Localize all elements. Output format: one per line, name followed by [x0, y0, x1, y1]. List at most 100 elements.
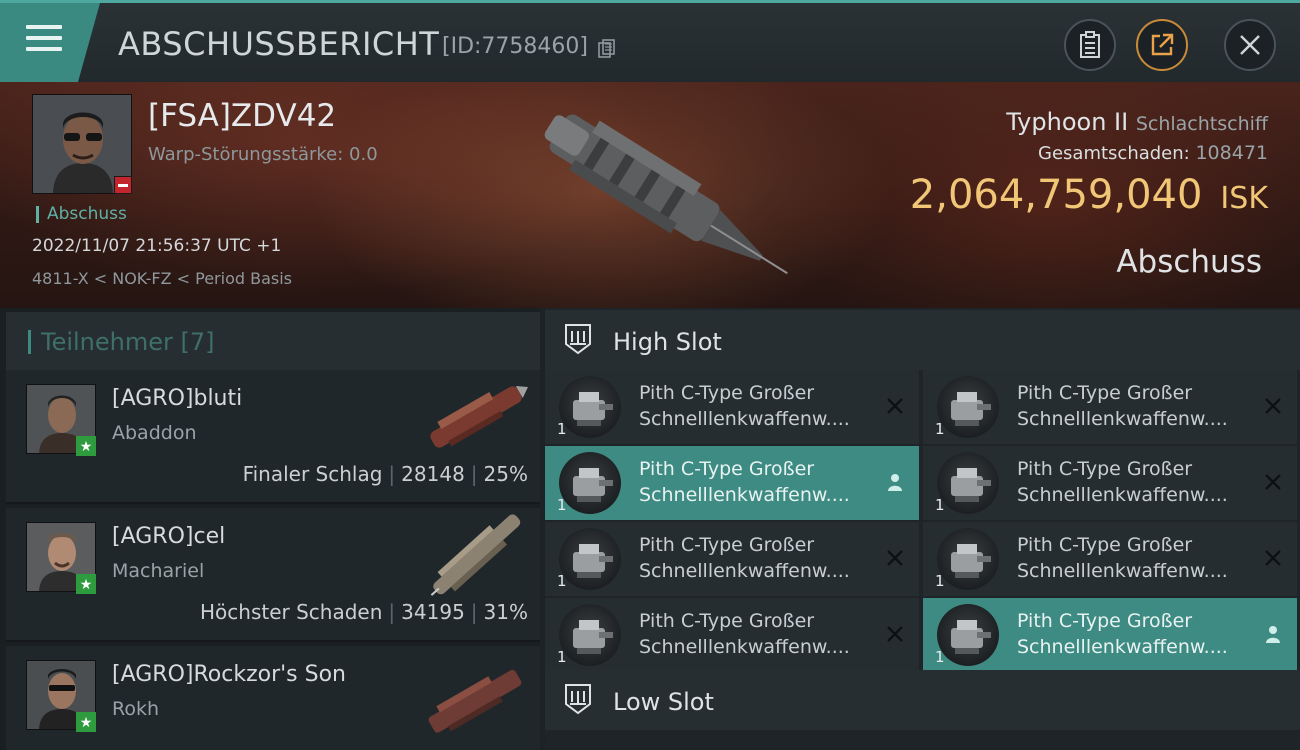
module-quantity: 1 [935, 648, 945, 666]
high-slot-header: High Slot [545, 310, 1300, 370]
result-label: Abschuss [1116, 244, 1262, 280]
module-quantity: 1 [935, 420, 945, 438]
victim-ship-class: Schlachtschiff [1135, 113, 1268, 135]
turret-module-icon [937, 376, 999, 438]
low-slot-icon [565, 684, 591, 715]
corp-member-star-icon: ★ [76, 436, 96, 456]
module-quantity: 1 [557, 648, 567, 666]
module-name: Pith C-Type Großer Schnelllenkwaffenw.... [1017, 380, 1257, 432]
share-icon [1151, 33, 1174, 56]
destroyed-x-icon [1265, 398, 1281, 414]
victim-ship-image[interactable] [510, 96, 790, 286]
victim-name[interactable]: [FSA]ZDV42 [148, 98, 336, 134]
top-bar: ABSCHUSSBERICHT [ID:7758460] [0, 0, 1300, 82]
report-id: [ID:7758460] [442, 34, 588, 59]
clipboard-button[interactable] [1064, 19, 1116, 71]
victim-ship-name: Typhoon II [1006, 108, 1129, 136]
participant-ship-image[interactable] [416, 648, 536, 738]
module-name: Pith C-Type Großer Schnelllenkwaffenw.... [639, 456, 879, 508]
module-name-line2: Schnelllenkwaffenw.... [1017, 484, 1228, 506]
isk-value: 2,064,759,040 ISK [910, 172, 1268, 218]
module-item[interactable]: 1 Pith C-Type Großer Schnelllenkwaffenw...… [545, 598, 919, 672]
module-item[interactable]: 1 Pith C-Type Großer Schnelllenkwaffenw...… [923, 598, 1297, 672]
module-item[interactable]: 1 Pith C-Type Großer Schnelllenkwaffenw...… [545, 370, 919, 444]
module-item[interactable]: 1 Pith C-Type Großer Schnelllenkwaffenw...… [923, 446, 1297, 520]
participant-percent: 31% [483, 600, 528, 624]
module-name-line1: Pith C-Type Großer [1017, 534, 1193, 556]
module-name: Pith C-Type Großer Schnelllenkwaffenw.... [1017, 532, 1257, 584]
kill-datetime: 2022/11/07 21:56:37 UTC +1 [32, 236, 282, 256]
module-name-line2: Schnelllenkwaffenw.... [639, 560, 850, 582]
participant-stats: Finaler Schlag | 28148 | 25% [242, 462, 528, 486]
module-name-line2: Schnelllenkwaffenw.... [639, 636, 850, 658]
participant-name[interactable]: [AGRO]cel [112, 524, 225, 549]
participant-name[interactable]: [AGRO]Rockzor's Son [112, 662, 346, 687]
kill-type-label: Abschuss [36, 206, 127, 223]
participant-ship-image[interactable] [416, 510, 536, 600]
module-item[interactable]: 1 Pith C-Type Großer Schnelllenkwaffenw...… [923, 370, 1297, 444]
participant-name[interactable]: [AGRO]bluti [112, 386, 242, 411]
participant-damage: 34195 [401, 600, 465, 624]
destroyed-x-icon [1265, 474, 1281, 490]
turret-module-icon [559, 528, 621, 590]
module-name-line1: Pith C-Type Großer [639, 382, 815, 404]
module-name-line2: Schnelllenkwaffenw.... [1017, 408, 1228, 430]
module-item[interactable]: 1 Pith C-Type Großer Schnelllenkwaffenw...… [545, 522, 919, 596]
module-quantity: 1 [935, 572, 945, 590]
module-quantity: 1 [557, 420, 567, 438]
participant-damage: 28148 [401, 462, 465, 486]
module-name-line2: Schnelllenkwaffenw.... [639, 408, 850, 430]
corp-member-star-icon: ★ [76, 574, 96, 594]
high-slot-label: High Slot [613, 328, 722, 356]
participant-row[interactable]: ★ [AGRO]Rockzor's Son Rokh [6, 646, 540, 750]
dropped-person-icon [1266, 626, 1280, 643]
corp-member-star-icon: ★ [76, 712, 96, 732]
participants-panel: Teilnehmer [7] ★ [AGRO]bluti Abaddon Fin… [0, 308, 540, 750]
copy-icon[interactable] [598, 39, 616, 59]
destroyed-x-icon [1265, 550, 1281, 566]
isk-unit: ISK [1220, 181, 1268, 216]
turret-module-icon [559, 452, 621, 514]
turret-module-icon [937, 452, 999, 514]
participants-count: [7] [180, 328, 215, 356]
participant-percent: 25% [483, 462, 528, 486]
turret-module-icon [559, 604, 621, 666]
clipboard-icon [1080, 31, 1100, 58]
close-button[interactable] [1224, 19, 1276, 71]
participant-row[interactable]: ★ [AGRO]cel Machariel Höchster Schaden | 3… [6, 508, 540, 642]
participant-stats: Höchster Schaden | 34195 | 31% [200, 600, 528, 624]
module-name-line1: Pith C-Type Großer [1017, 610, 1193, 632]
victim-ship[interactable]: Typhoon II Schlachtschiff [1006, 108, 1268, 136]
low-slot-header: Low Slot [545, 670, 1300, 730]
module-name-line2: Schnelllenkwaffenw.... [1017, 636, 1228, 658]
participant-ship-image[interactable] [416, 372, 536, 462]
destroyed-x-icon [887, 550, 903, 566]
menu-button[interactable] [0, 3, 100, 82]
module-name: Pith C-Type Großer Schnelllenkwaffenw.... [639, 380, 879, 432]
turret-module-icon [937, 604, 999, 666]
module-name-line1: Pith C-Type Großer [639, 534, 815, 556]
destroyed-x-icon [887, 398, 903, 414]
share-button[interactable] [1136, 19, 1188, 71]
module-item[interactable]: 1 Pith C-Type Großer Schnelllenkwaffenw...… [923, 522, 1297, 596]
total-damage-value: 108471 [1195, 142, 1268, 164]
module-name: Pith C-Type Großer Schnelllenkwaffenw.... [1017, 456, 1257, 508]
module-name-line1: Pith C-Type Großer [639, 610, 815, 632]
total-damage-label: Gesamtschaden: [1038, 143, 1190, 164]
module-item[interactable]: 1 Pith C-Type Großer Schnelllenkwaffenw...… [545, 446, 919, 520]
dropped-person-icon [888, 474, 902, 491]
turret-module-icon [937, 528, 999, 590]
module-name-line1: Pith C-Type Großer [639, 458, 815, 480]
participants-title: Teilnehmer [7] [28, 330, 215, 354]
module-name: Pith C-Type Großer Schnelllenkwaffenw.... [1017, 608, 1257, 660]
total-damage: Gesamtschaden: 108471 [1038, 142, 1268, 164]
kill-location[interactable]: 4811-X < NOK-FZ < Period Basis [32, 269, 292, 288]
menu-icon [26, 25, 62, 58]
participant-row[interactable]: ★ [AGRO]bluti Abaddon Finaler Schlag | 281… [6, 370, 540, 504]
module-name-line2: Schnelllenkwaffenw.... [639, 484, 850, 506]
module-quantity: 1 [935, 496, 945, 514]
turret-module-icon [559, 376, 621, 438]
close-icon [1240, 35, 1260, 55]
participants-header[interactable]: Teilnehmer [7] [6, 312, 540, 370]
low-slot-label: Low Slot [613, 688, 714, 716]
